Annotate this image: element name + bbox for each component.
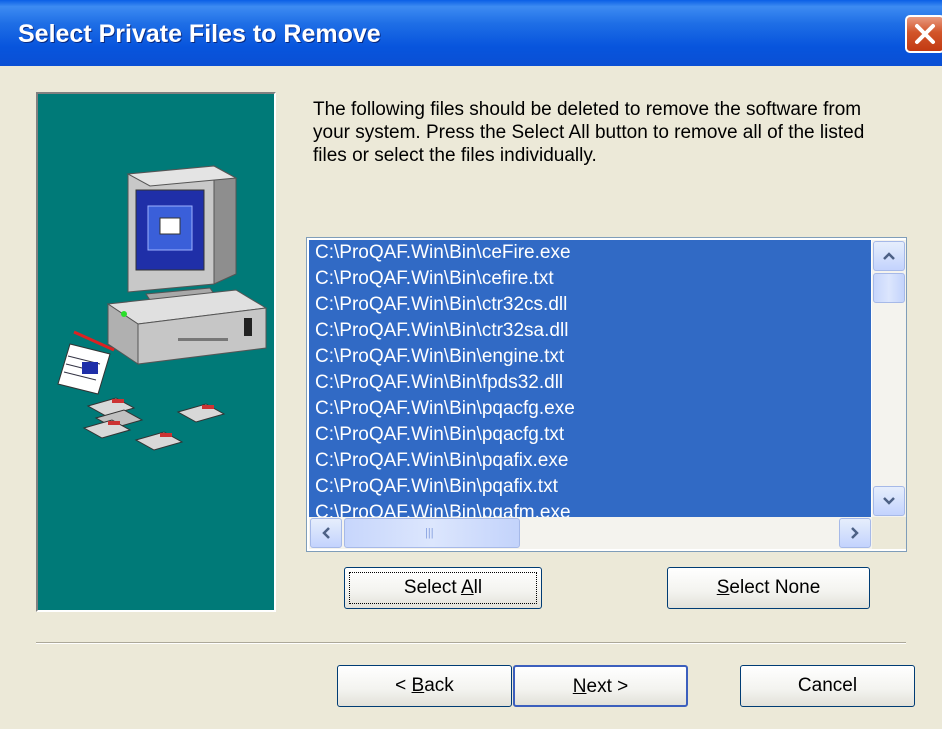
list-item[interactable]: C:\ProQAF.Win\Bin\pqafix.txt — [309, 474, 871, 500]
window-title: Select Private Files to Remove — [18, 20, 381, 48]
next-label-suffix: ext > — [586, 676, 629, 697]
list-item[interactable]: C:\ProQAF.Win\Bin\ceFire.exe — [309, 240, 871, 266]
button-separator — [36, 642, 906, 644]
scroll-right-arrow-icon — [851, 527, 859, 539]
back-mnemonic: B — [411, 675, 425, 696]
file-list[interactable]: C:\ProQAF.Win\Bin\ceFire.exe C:\ProQAF.Wi… — [309, 240, 871, 517]
scroll-up-arrow-icon — [883, 252, 895, 260]
list-item[interactable]: C:\ProQAF.Win\Bin\ctr32sa.dll — [309, 318, 871, 344]
horizontal-scrollbar[interactable]: ||| — [309, 517, 872, 549]
vertical-scroll-thumb[interactable] — [873, 273, 905, 303]
instructions-text: The following files should be deleted to… — [313, 99, 865, 166]
scroll-up-button[interactable] — [873, 241, 905, 271]
select-none-label-suffix: elect None — [729, 577, 821, 598]
next-button[interactable]: Next > — [513, 665, 688, 707]
scrollbar-corner — [872, 517, 906, 549]
computer-illustration — [57, 165, 268, 451]
scroll-left-arrow-icon — [322, 527, 330, 539]
horizontal-scroll-thumb[interactable]: ||| — [344, 518, 520, 548]
back-label-suffix: ack — [424, 675, 454, 696]
next-mnemonic: N — [572, 676, 587, 697]
list-item[interactable]: C:\ProQAF.Win\Bin\engine.txt — [309, 344, 871, 370]
list-item[interactable]: C:\ProQAF.Win\Bin\fpds32.dll — [309, 370, 871, 396]
close-button[interactable] — [905, 15, 942, 53]
list-item[interactable]: C:\ProQAF.Win\Bin\pqafm.exe — [309, 500, 871, 517]
cancel-label: Cancel — [797, 675, 858, 696]
list-item[interactable]: C:\ProQAF.Win\Bin\ctr32cs.dll — [309, 292, 871, 318]
scroll-left-button[interactable] — [310, 518, 342, 548]
select-all-label-suffix: ll — [473, 577, 483, 598]
scroll-grip-icon: ||| — [425, 527, 434, 539]
close-icon — [915, 24, 935, 44]
back-label-prefix: < — [395, 675, 412, 696]
scroll-down-arrow-icon — [883, 497, 895, 505]
select-none-button[interactable]: Select None — [667, 567, 870, 609]
scroll-down-button[interactable] — [873, 486, 905, 516]
list-item[interactable]: C:\ProQAF.Win\Bin\pqacfg.txt — [309, 422, 871, 448]
cancel-button[interactable]: Cancel — [740, 665, 915, 707]
back-button[interactable]: < Back — [337, 665, 512, 707]
list-item[interactable]: C:\ProQAF.Win\Bin\pqafix.exe — [309, 448, 871, 474]
list-item[interactable]: C:\ProQAF.Win\Bin\cefire.txt — [309, 266, 871, 292]
vertical-scrollbar[interactable] — [872, 240, 906, 517]
select-all-button[interactable]: Select All — [344, 567, 542, 609]
select-all-mnemonic: A — [460, 577, 474, 598]
list-item[interactable]: C:\ProQAF.Win\Bin\pqacfg.exe — [309, 396, 871, 422]
select-all-label-prefix: Select — [403, 577, 461, 598]
select-none-mnemonic: S — [716, 577, 730, 598]
illustration-panel — [36, 92, 276, 612]
title-bar[interactable]: Select Private Files to Remove — [0, 0, 942, 67]
scroll-right-button[interactable] — [839, 518, 871, 548]
file-listbox[interactable]: C:\ProQAF.Win\Bin\ceFire.exe C:\ProQAF.Wi… — [306, 237, 907, 552]
